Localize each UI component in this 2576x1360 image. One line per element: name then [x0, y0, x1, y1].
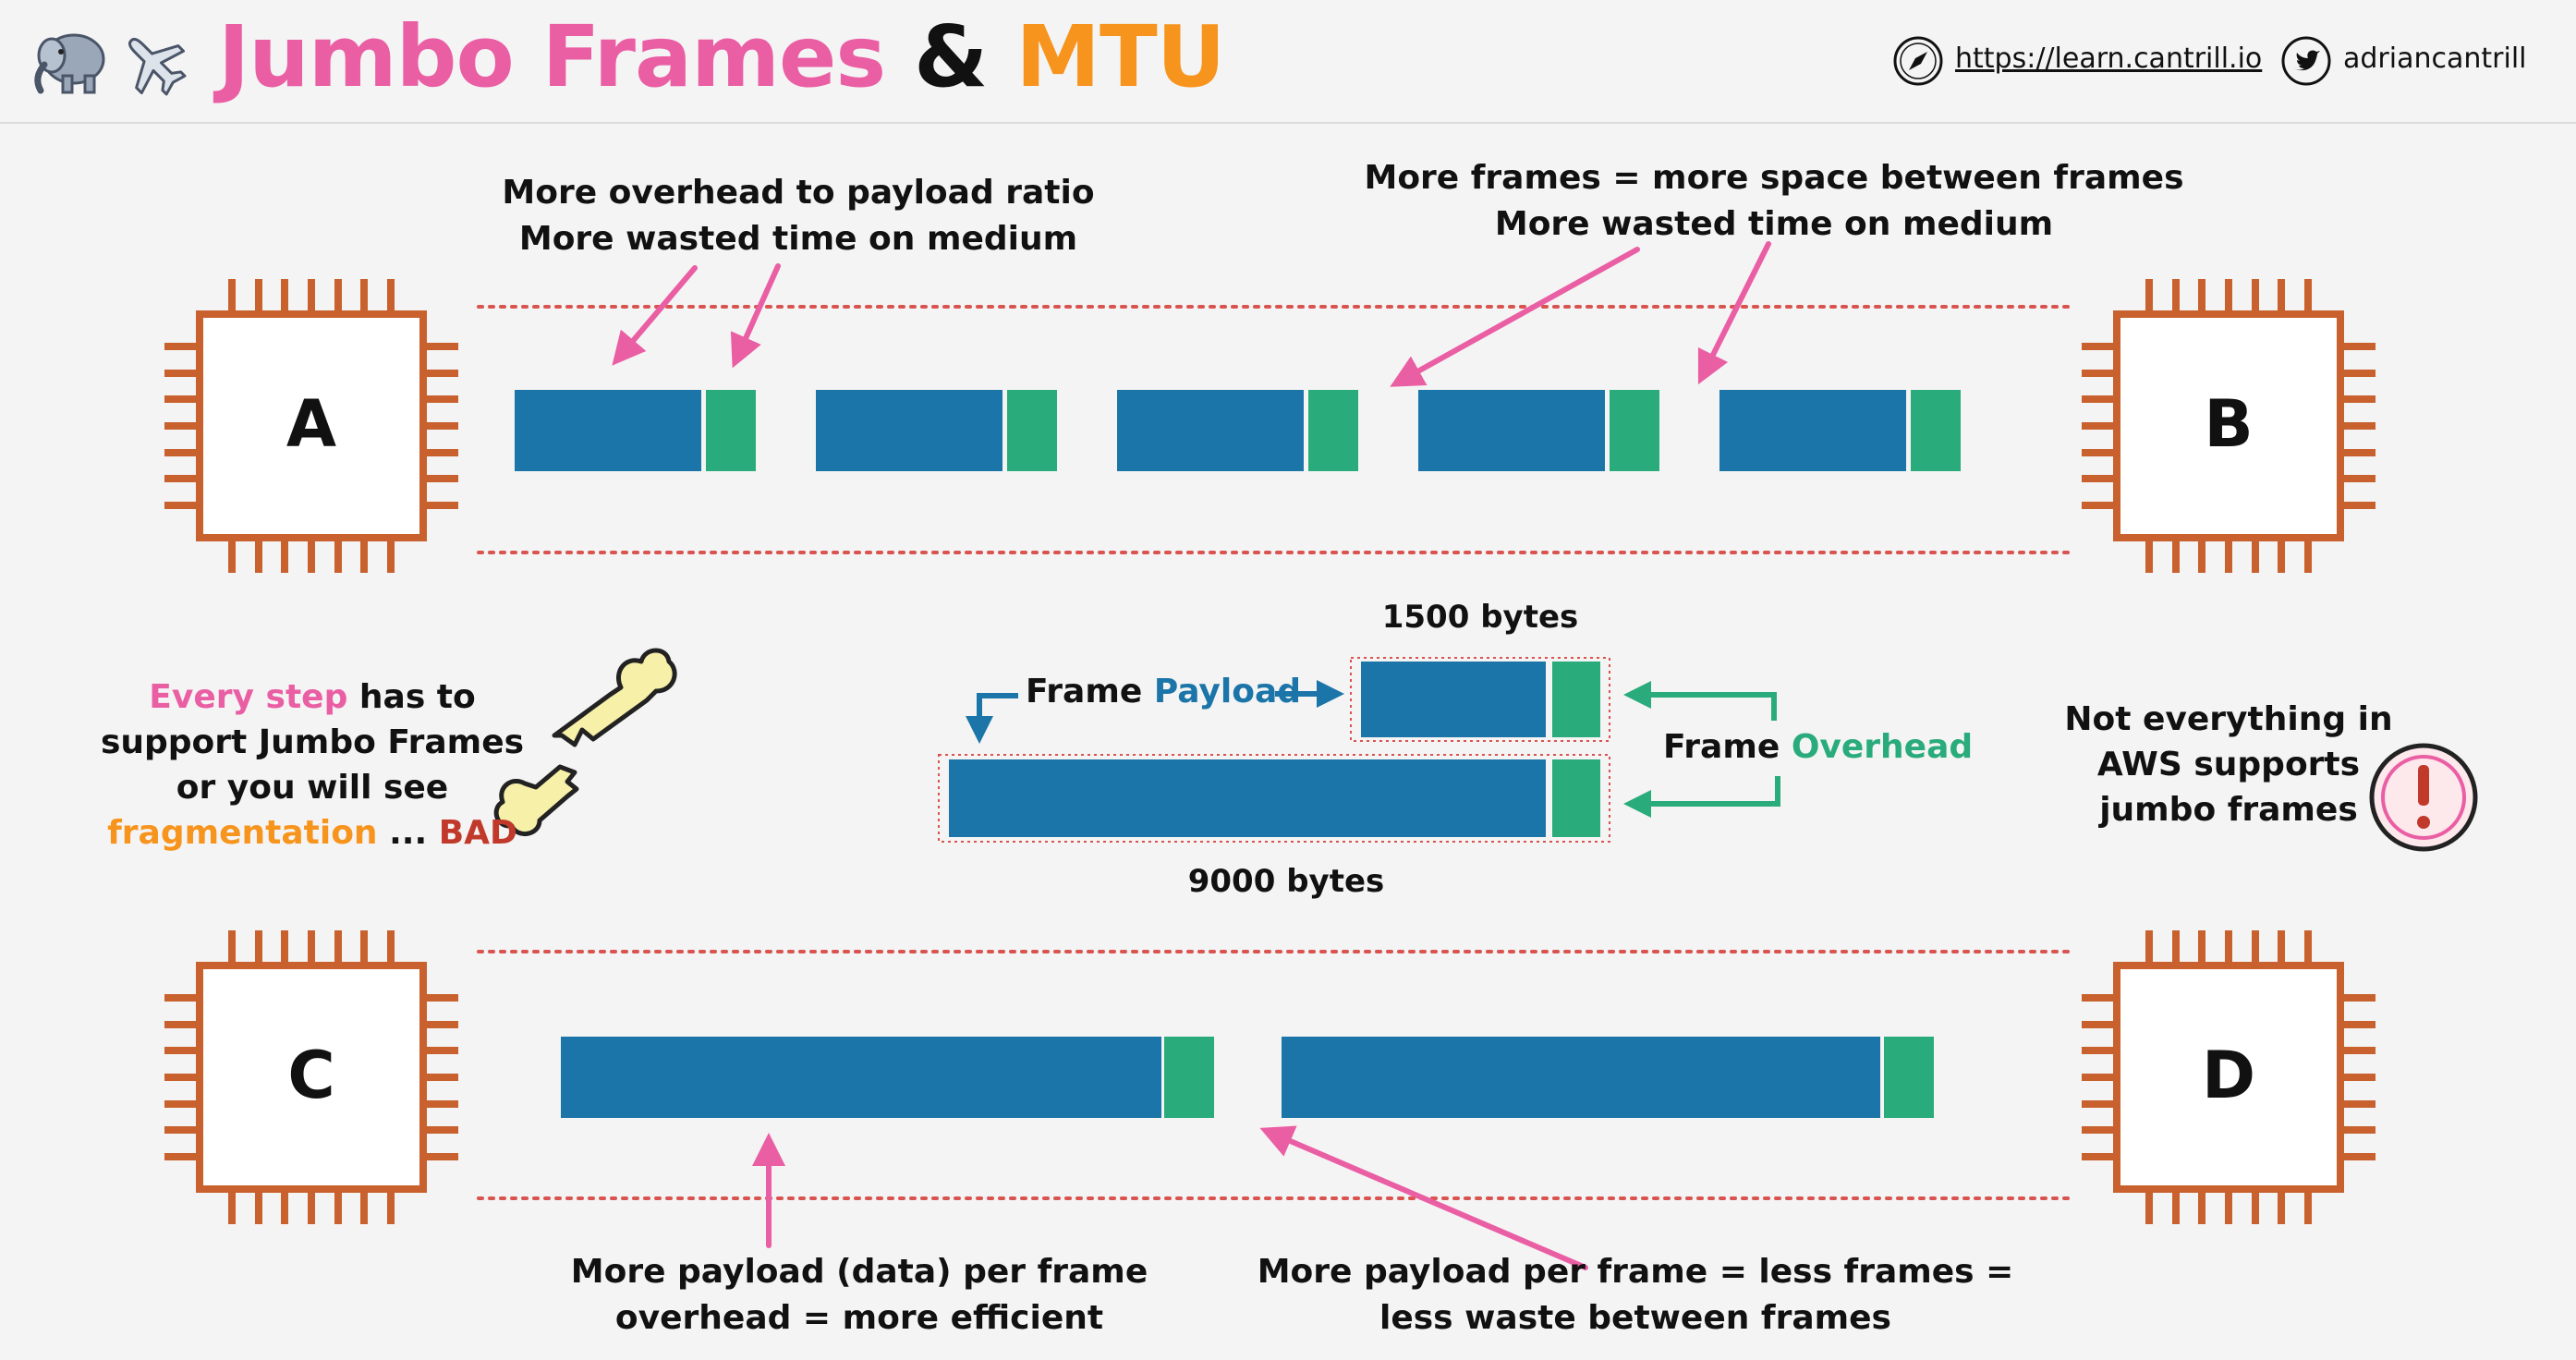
frame-3-payload [1117, 390, 1304, 471]
overhead-arrow-to-9000 [1623, 776, 1780, 818]
jumbo-efficiency-annotation: More payload (data) per frame overhead =… [571, 1249, 1148, 1342]
legend-1500-overhead [1552, 662, 1600, 737]
fragmentation-ellipsis: ... [389, 814, 428, 852]
overhead-ratio-line-1: More overhead to payload ratio [502, 174, 1095, 212]
frame-2-overhead [1007, 390, 1057, 471]
frame-payload-label: Frame Payload [1026, 673, 1301, 710]
less-waste-line-1: More payload per frame = less frames = [1257, 1253, 2014, 1291]
frame-overhead-label: Frame Overhead [1663, 728, 1973, 766]
overhead-ratio-annotation: More overhead to payload ratio More wast… [502, 170, 1094, 262]
frame-4-overhead [1610, 390, 1659, 471]
frame-4-payload [1418, 390, 1605, 471]
jumbo-support-note: Every step has to support Jumbo Frames o… [101, 674, 524, 856]
frame-3-overhead [1308, 390, 1358, 471]
less-waste-line-2: less waste between frames [1379, 1299, 1891, 1337]
jumbo-efficiency-line-2: overhead = more efficient [614, 1299, 1104, 1337]
legend-1500-label: 1500 bytes [1381, 599, 1579, 636]
overhead-ratio-line-2: More wasted time on medium [518, 220, 1078, 258]
host-d-label: D [2201, 1038, 2256, 1113]
legend-9000-label: 9000 bytes [1187, 863, 1385, 900]
overhead-arrow-to-1500 [1623, 681, 1777, 721]
jumbo-frame-2-overhead [1884, 1037, 1934, 1118]
jumbo-support-line-2: support Jumbo Frames [100, 723, 525, 761]
standard-frames [515, 390, 1961, 471]
frame-overhead-prefix: Frame [1663, 728, 1780, 766]
payload-arrow-to-9000 [966, 693, 1018, 744]
aws-support-line-1: Not everything in [2064, 700, 2393, 738]
jumbo-support-line-4: fragmentation ... BAD [101, 810, 524, 856]
frame-5-payload [1719, 390, 1906, 471]
overhead-ratio-arrow-1 [612, 265, 698, 366]
aws-support-line-3: jumbo frames [2099, 791, 2358, 829]
jumbo-gap-arrow [1259, 1125, 1588, 1270]
frame-gap-arrow-1 [1390, 247, 1640, 387]
frame-payload-word: Payload [1153, 673, 1302, 710]
legend-9000-overhead [1552, 759, 1600, 837]
frame-1-payload [515, 390, 701, 471]
frame-5-overhead [1911, 390, 1961, 471]
frame-gap-line-1: More frames = more space between frames [1364, 159, 2184, 197]
legend-9000-payload [949, 759, 1546, 837]
host-b-label: B [2204, 386, 2254, 462]
host-a-label: A [286, 386, 337, 462]
diagram-stage: Jumbo Frames & MTU https://learn.cantril… [0, 0, 2576, 1360]
fragmentation-highlight: fragmentation [107, 814, 378, 852]
frame-overhead-word: Overhead [1791, 728, 1974, 766]
every-step-highlight: Every step [149, 678, 348, 716]
aws-support-line-2: AWS supports [2096, 746, 2361, 783]
frame-2-payload [816, 390, 1002, 471]
less-waste-annotation: More payload per frame = less frames = l… [1258, 1249, 2014, 1342]
jumbo-frame-1-payload [561, 1037, 1161, 1118]
jumbo-frame-2-payload [1282, 1037, 1880, 1118]
frame-gap-line-2: More wasted time on medium [1494, 205, 2054, 243]
frame-payload-prefix: Frame [1026, 673, 1143, 710]
jumbo-frame-1-overhead [1164, 1037, 1214, 1118]
bad-highlight: BAD [438, 814, 517, 852]
jumbo-support-line-1: Every step has to [101, 674, 524, 720]
jumbo-efficiency-line-1: More payload (data) per frame [570, 1253, 1148, 1291]
jumbo-frames [561, 1037, 1934, 1118]
every-step-rest: has to [358, 678, 476, 716]
host-c-label: C [287, 1038, 335, 1113]
legend-1500-payload [1361, 662, 1546, 737]
frame-1-overhead [706, 390, 756, 471]
aws-support-note: Not everything in AWS supports jumbo fra… [2064, 697, 2392, 832]
overhead-ratio-arrow-2 [730, 263, 781, 369]
frame-gap-annotation: More frames = more space between frames … [1365, 155, 2184, 248]
jumbo-support-line-3: or you will see [176, 769, 449, 807]
